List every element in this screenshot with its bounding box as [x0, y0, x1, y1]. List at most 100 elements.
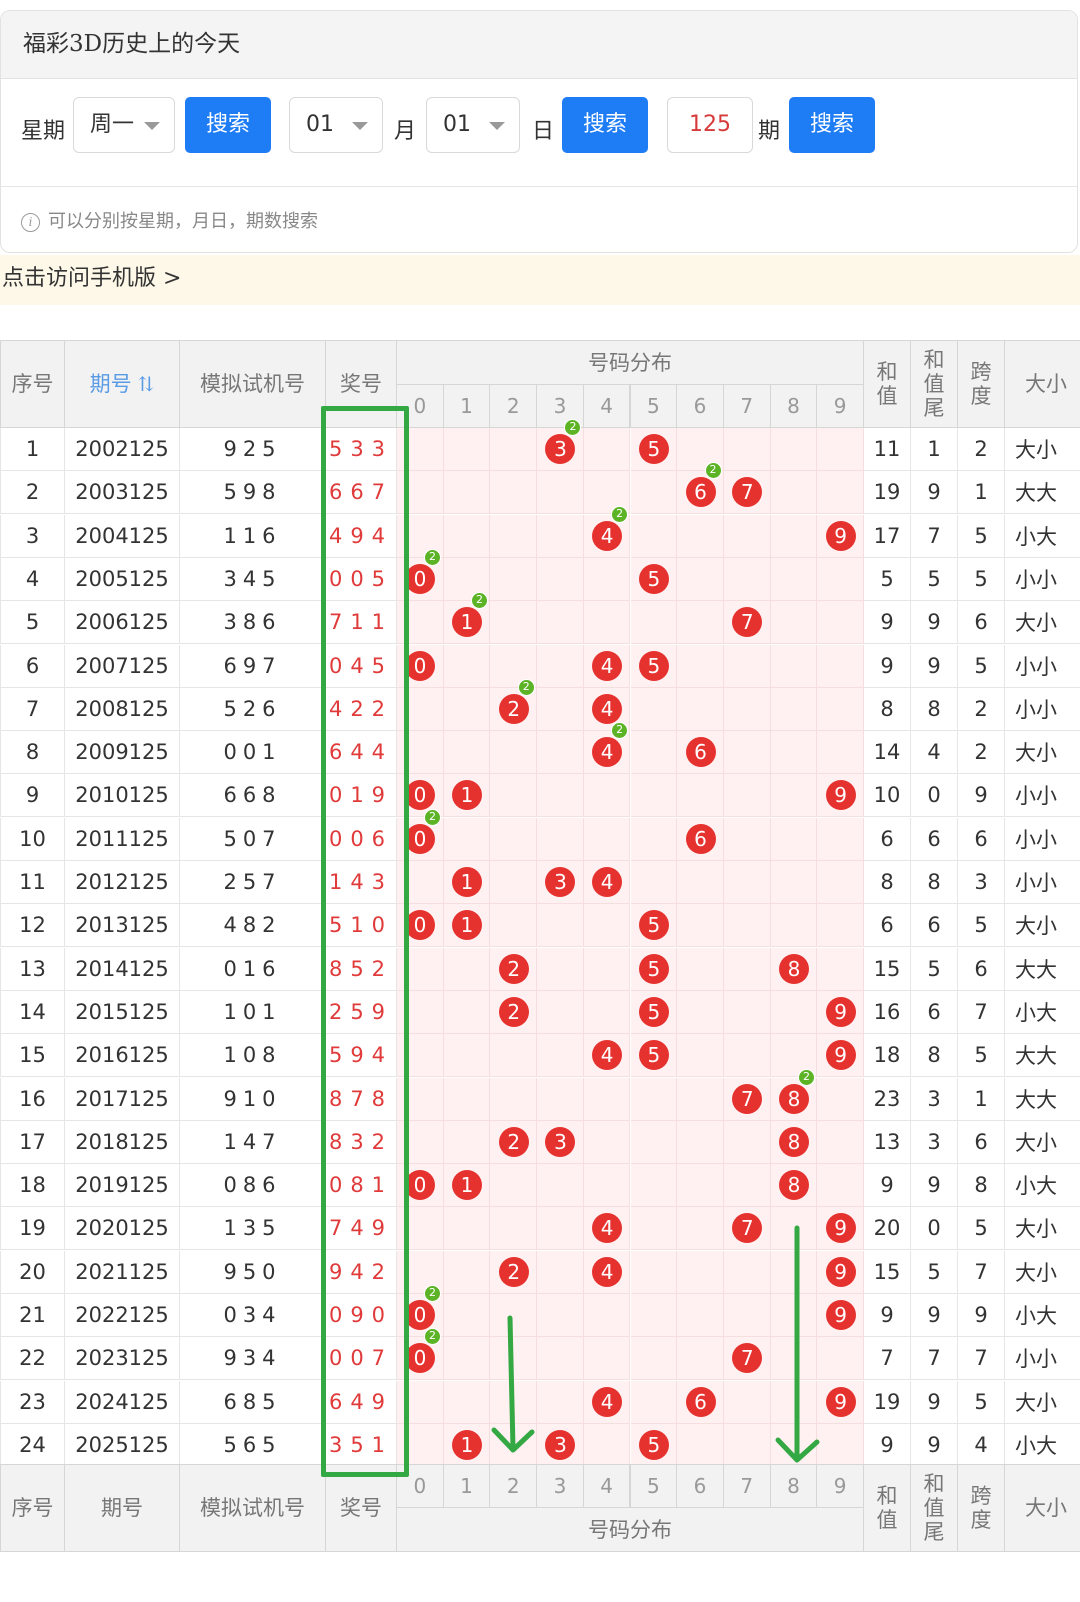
mobile-version-link[interactable]: 点击访问手机版 >	[0, 255, 1080, 305]
dist-cell-6	[677, 1294, 724, 1337]
date-search-button[interactable]: 搜索	[562, 97, 648, 153]
dist-cell-4	[583, 1337, 631, 1381]
footer-winning: 奖号	[325, 1464, 397, 1552]
dist-cell-6	[677, 774, 724, 818]
cell-tail: 9	[911, 1380, 958, 1424]
issue-input[interactable]: 125	[667, 97, 753, 153]
dist-cell-2	[490, 557, 538, 601]
dist-cell-2	[490, 861, 538, 904]
dist-cell-2	[490, 1337, 538, 1381]
table-row: 18 2019125 086 081 9 9 8 小大 0 1 8	[0, 1164, 1080, 1208]
table-row: 19 2020125 135 749 20 0 5 大小 4 7 9	[0, 1207, 1080, 1251]
dist-cell-6	[677, 1250, 724, 1294]
dist-cell-4	[583, 904, 631, 948]
cell-size: 大大	[1005, 1034, 1080, 1078]
dist-cell-3	[537, 904, 584, 948]
dist-cell-1	[443, 817, 491, 861]
cell-sum: 8	[864, 687, 911, 731]
digit-header-2: 2	[489, 1464, 538, 1508]
table-row: 20 2021125 950 942 15 5 7 大小 2 4 9	[0, 1250, 1080, 1294]
header-issue-label: 期号	[89, 372, 132, 396]
week-select-value: 周一	[90, 112, 135, 137]
cell-seq: 13	[0, 947, 65, 991]
repeat-badge: 2	[611, 505, 629, 523]
table-row: 7 2008125 526 422 8 8 2 小小 2 2 4	[0, 678, 1080, 731]
dist-cell-5	[630, 1380, 678, 1424]
dist-cell-7	[723, 644, 771, 688]
cell-seq: 7	[0, 687, 65, 731]
dist-cell-7	[723, 861, 771, 904]
number-ball-5: 5	[638, 1429, 669, 1460]
digit-header-5: 5	[629, 1464, 678, 1508]
number-ball-1: 1	[452, 1170, 483, 1201]
week-search-button[interactable]: 搜索	[185, 97, 271, 153]
day-select[interactable]: 01	[426, 97, 520, 153]
cell-seq: 15	[0, 1034, 65, 1078]
issue-search-button[interactable]: 搜索	[789, 97, 875, 153]
dist-cell-3	[537, 644, 584, 688]
footer-trial: 模拟试机号	[179, 1464, 326, 1552]
dist-cell-8	[770, 687, 818, 731]
footer-size: 大小	[1004, 1464, 1080, 1552]
cell-trial: 526	[180, 687, 326, 731]
number-ball-8: 8	[778, 1126, 809, 1157]
dist-cell-1	[443, 1294, 491, 1337]
cell-issue: 2014125	[65, 947, 180, 991]
sort-icon[interactable]: ⇅	[138, 372, 155, 396]
cell-trial: 147	[180, 1120, 326, 1164]
month-select[interactable]: 01	[289, 97, 383, 153]
number-ball-4: 4	[592, 650, 623, 681]
cell-size: 大小	[1005, 731, 1080, 775]
dist-cell-1	[443, 731, 491, 775]
dist-cell-0	[397, 687, 444, 731]
dist-cell-5	[630, 817, 678, 861]
cell-span: 4	[958, 1423, 1005, 1467]
header-winning: 奖号	[325, 340, 397, 428]
dist-cell-3	[537, 687, 584, 731]
number-ball-2: 2	[498, 1256, 529, 1287]
number-ball-4: 4	[592, 520, 623, 551]
cell-trial: 386	[180, 601, 326, 645]
cell-span: 7	[958, 990, 1005, 1034]
number-ball-2: 2	[498, 1126, 529, 1157]
dist-cell-2	[490, 471, 538, 515]
dist-cell-1	[443, 1120, 491, 1164]
day-select-value: 01	[443, 112, 471, 137]
cell-tail: 8	[911, 861, 958, 904]
dist-cell-6	[677, 861, 724, 904]
chevron-down-icon	[489, 122, 505, 130]
cell-win: 019	[326, 774, 397, 818]
cell-sum: 13	[864, 1120, 911, 1164]
dist-cell-6	[677, 557, 724, 601]
number-ball-5: 5	[638, 650, 669, 681]
footer-sum-label: 和值	[876, 1484, 898, 1532]
dist-cell-9	[817, 1164, 864, 1208]
cell-seq: 11	[0, 861, 65, 904]
cell-seq: 3	[0, 514, 65, 558]
dist-cell-7	[723, 1380, 771, 1424]
header-issue[interactable]: 期号 ⇅	[64, 340, 180, 428]
cell-sum: 18	[864, 1034, 911, 1078]
table-row: 3 2004125 116 494 17 7 5 小大 4 2 9	[0, 505, 1080, 558]
digit-header-7: 7	[722, 1464, 771, 1508]
dist-cell-1	[443, 1207, 491, 1251]
dist-cell-7	[723, 557, 771, 601]
dist-cell-7	[723, 990, 771, 1034]
dist-cell-7	[723, 428, 771, 471]
dist-cell-6	[677, 687, 724, 731]
week-select[interactable]: 周一	[73, 97, 175, 153]
digit-header-8: 8	[769, 1464, 818, 1508]
dist-cell-1	[443, 1034, 491, 1078]
dist-cell-7	[723, 514, 771, 558]
cell-trial: 925	[180, 428, 326, 471]
cell-issue: 2005125	[65, 557, 180, 601]
dist-cell-5	[630, 1337, 678, 1381]
cell-issue: 2007125	[65, 644, 180, 688]
dist-cell-8	[770, 1380, 818, 1424]
dist-cell-3	[537, 1207, 584, 1251]
digit-header-3: 3	[536, 1464, 584, 1508]
cell-span: 6	[958, 601, 1005, 645]
dist-cell-8	[770, 861, 818, 904]
cell-size: 大小	[1005, 601, 1080, 645]
dist-cell-8	[770, 1250, 818, 1294]
